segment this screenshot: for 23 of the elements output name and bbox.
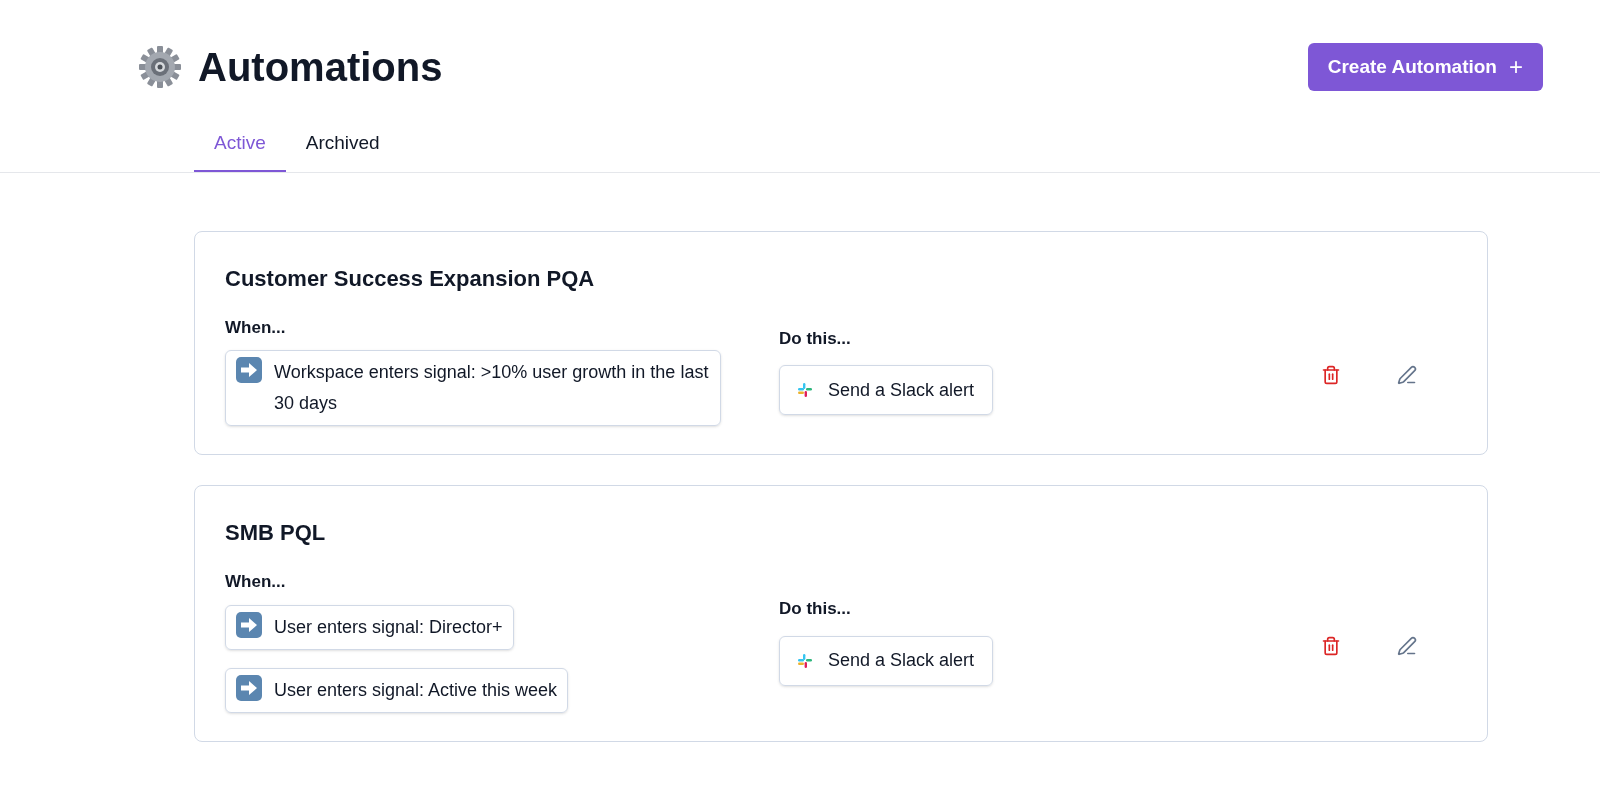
create-automation-button[interactable]: Create Automation +	[1307, 43, 1543, 91]
condition-chip: Workspace enters signal: >10% user growth in the last 30 days	[225, 350, 721, 426]
delete-icon[interactable]	[1321, 635, 1341, 656]
plus-icon: +	[1509, 49, 1523, 85]
edit-icon[interactable]	[1397, 635, 1417, 656]
tab[interactable]: Active	[194, 129, 286, 172]
page-title: Automations	[198, 44, 443, 91]
edit-icon[interactable]	[1397, 365, 1417, 386]
tab[interactable]: Archived	[285, 129, 400, 172]
delete-icon[interactable]	[1321, 365, 1341, 386]
condition-chip: User enters signal: Active this week	[225, 667, 569, 713]
slack-icon	[798, 653, 812, 668]
when-label: When...	[225, 316, 287, 339]
do-this-label: Do this...	[779, 598, 852, 620]
condition-chip: User enters signal: Director+	[225, 604, 514, 650]
action-chip: Send a Slack alert	[779, 635, 994, 686]
gear-icon	[138, 45, 182, 89]
when-label: When...	[225, 571, 287, 593]
action-chip: Send a Slack alert	[779, 365, 994, 415]
do-this-label: Do this...	[779, 327, 852, 350]
slack-icon	[798, 383, 812, 397]
automation-title: SMB PQL	[225, 519, 327, 547]
automation-title: Customer Success Expansion PQA	[225, 264, 596, 293]
